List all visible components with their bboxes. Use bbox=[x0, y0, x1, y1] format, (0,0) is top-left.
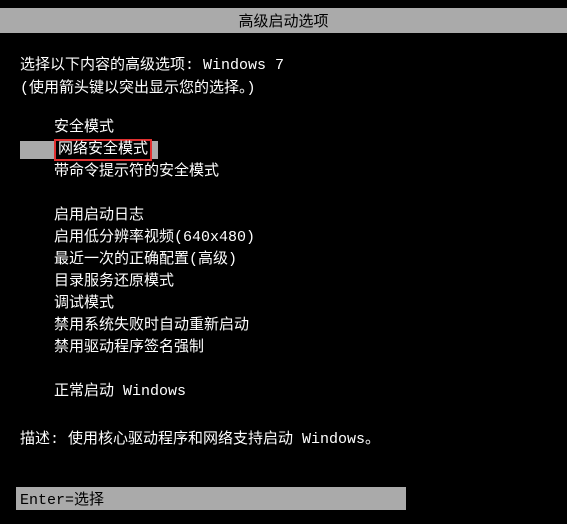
group-separator bbox=[54, 359, 547, 381]
option-label: 禁用系统失败时自动重新启动 bbox=[54, 317, 249, 334]
option-ds-restore-mode[interactable]: 目录服务还原模式 bbox=[54, 271, 547, 293]
group-separator bbox=[54, 183, 547, 205]
hint-line: (使用箭头键以突出显示您的选择。) bbox=[20, 76, 547, 97]
option-label: 目录服务还原模式 bbox=[54, 273, 174, 290]
description-text: 使用核心驱动程序和网络支持启动 Windows。 bbox=[68, 431, 380, 448]
instruction-line: 选择以下内容的高级选项: Windows 7 bbox=[20, 53, 547, 74]
option-safe-mode-cmd[interactable]: 带命令提示符的安全模式 bbox=[54, 161, 547, 183]
selection-highlight-left bbox=[20, 141, 54, 159]
content-area: 选择以下内容的高级选项: Windows 7 (使用箭头键以突出显示您的选择。)… bbox=[0, 33, 567, 448]
option-label-selected: 网络安全模式 bbox=[54, 139, 152, 161]
option-safe-mode[interactable]: 安全模式 bbox=[54, 117, 547, 139]
title-text: 高级启动选项 bbox=[238, 14, 328, 31]
option-safe-mode-networking[interactable]: 网络安全模式 bbox=[54, 139, 547, 161]
option-label: 带命令提示符的安全模式 bbox=[54, 163, 219, 180]
boot-options-list[interactable]: 安全模式 网络安全模式 带命令提示符的安全模式 启用启动日志 启用低分辨率视频(… bbox=[54, 117, 547, 403]
option-debug-mode[interactable]: 调试模式 bbox=[54, 293, 547, 315]
option-last-known-good[interactable]: 最近一次的正确配置(高级) bbox=[54, 249, 547, 271]
option-disable-auto-restart[interactable]: 禁用系统失败时自动重新启动 bbox=[54, 315, 547, 337]
option-low-res-video[interactable]: 启用低分辨率视频(640x480) bbox=[54, 227, 547, 249]
description-label: 描述: bbox=[20, 431, 68, 448]
option-disable-driver-sig[interactable]: 禁用驱动程序签名强制 bbox=[54, 337, 547, 359]
option-boot-logging[interactable]: 启用启动日志 bbox=[54, 205, 547, 227]
os-name: Windows 7 bbox=[203, 57, 284, 74]
instruction-prefix: 选择以下内容的高级选项: bbox=[20, 57, 203, 74]
option-start-normally[interactable]: 正常启动 Windows bbox=[54, 381, 547, 403]
option-label: 启用低分辨率视频(640x480) bbox=[54, 229, 255, 246]
title-bar: 高级启动选项 bbox=[0, 8, 567, 33]
selection-highlight-right bbox=[152, 141, 158, 159]
option-label: 禁用驱动程序签名强制 bbox=[54, 339, 204, 356]
enter-hint: Enter=选择 bbox=[20, 492, 104, 509]
option-label: 正常启动 Windows bbox=[54, 383, 186, 400]
option-label: 最近一次的正确配置(高级) bbox=[54, 251, 237, 268]
option-label: 启用启动日志 bbox=[54, 207, 144, 224]
option-label: 安全模式 bbox=[54, 119, 114, 136]
option-label: 调试模式 bbox=[54, 295, 114, 312]
description-line: 描述: 使用核心驱动程序和网络支持启动 Windows。 bbox=[20, 427, 547, 448]
bottom-hint-bar: Enter=选择 bbox=[16, 487, 406, 510]
